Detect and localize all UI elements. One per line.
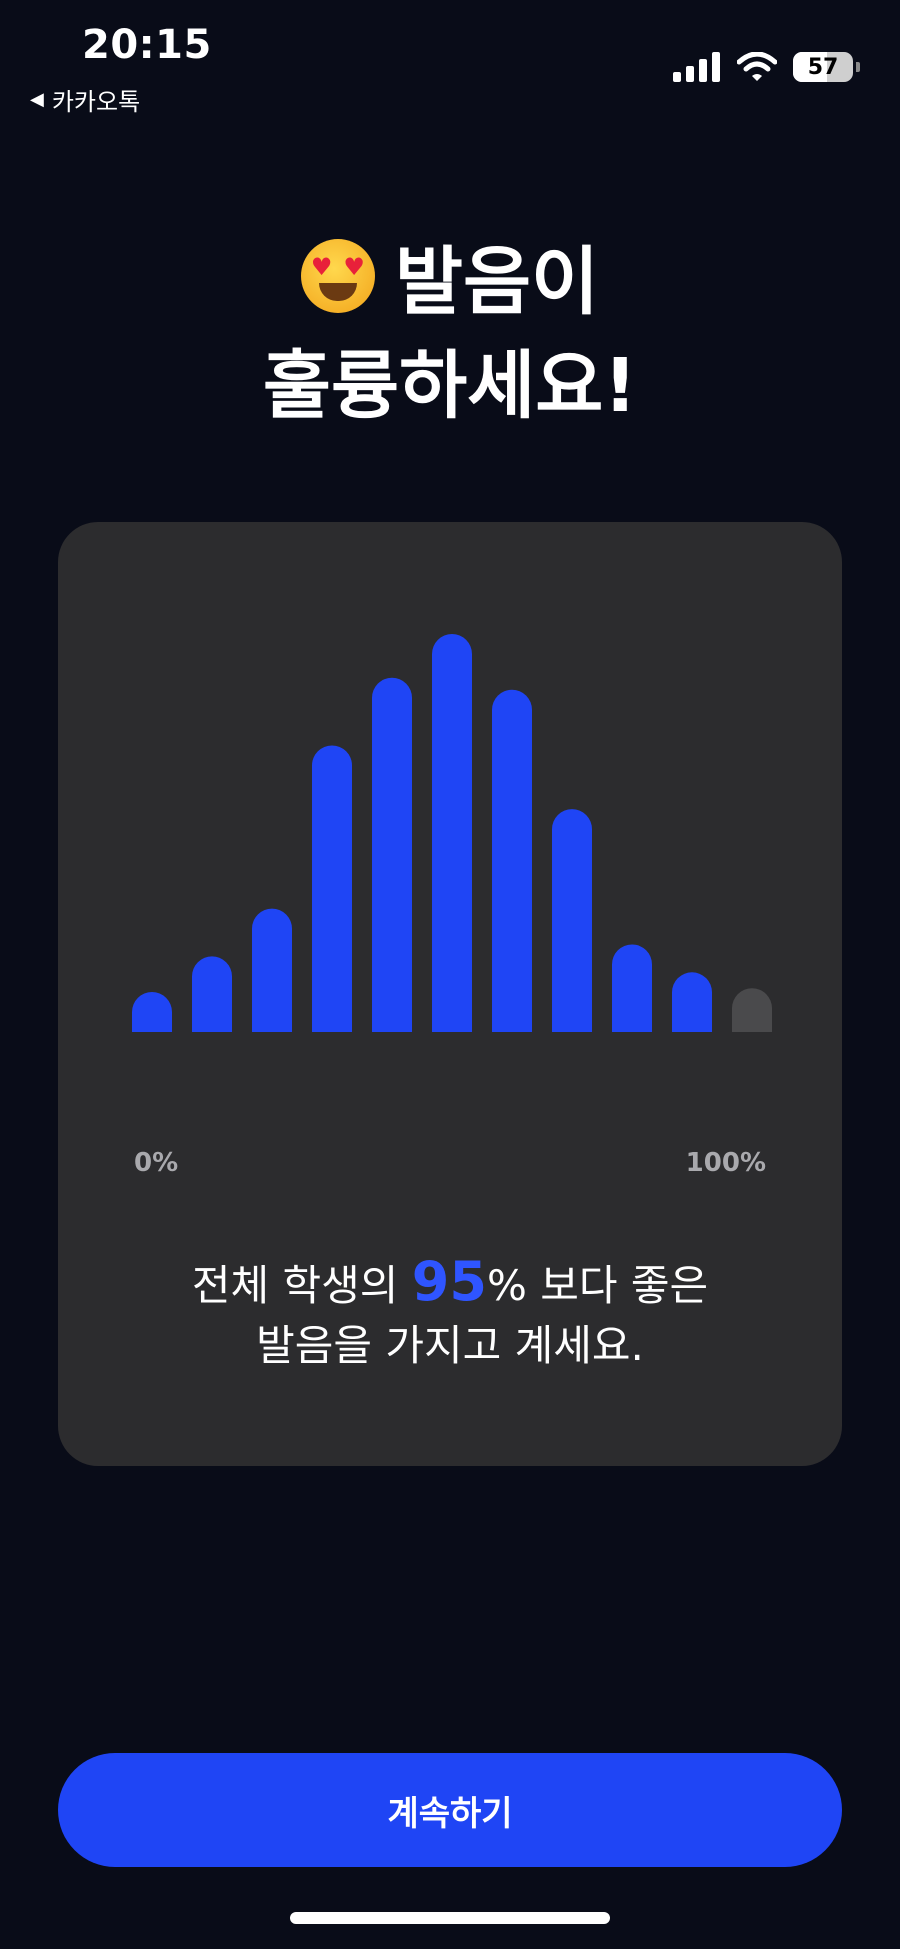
distribution-bar: [672, 972, 712, 1032]
distribution-bar: [252, 908, 292, 1032]
cellular-signal-icon: [673, 52, 720, 82]
result-title: ♥ ♥ 발음이 훌륭하세요!: [0, 230, 900, 438]
distribution-bar: [612, 944, 652, 1032]
score-distribution-chart: [132, 634, 772, 1032]
back-triangle-icon: ◀: [30, 89, 44, 110]
continue-button[interactable]: 계속하기: [58, 1753, 842, 1867]
distribution-bar: [192, 956, 232, 1032]
distribution-bar: [732, 988, 772, 1032]
status-indicators: 57: [673, 52, 860, 82]
distribution-bar: [132, 992, 172, 1032]
message-suffix: % 보다 좋은: [486, 1261, 709, 1310]
back-to-app-link[interactable]: ◀ 카카오톡: [30, 82, 140, 117]
wifi-icon: [737, 52, 777, 81]
battery-level: 57: [807, 54, 839, 80]
distribution-bar: [372, 677, 412, 1032]
battery-icon: 57: [793, 52, 853, 82]
distribution-bar: [312, 745, 352, 1032]
axis-start-label: 0%: [134, 1148, 179, 1178]
message-prefix: 전체 학생의: [191, 1261, 412, 1310]
distribution-bar: [432, 634, 472, 1032]
back-app-label: 카카오톡: [51, 88, 141, 116]
axis-end-label: 100%: [685, 1148, 766, 1178]
distribution-bar: [492, 689, 532, 1032]
result-card: 0% 100% 전체 학생의 95% 보다 좋은 발음을 가지고 계세요.: [58, 522, 842, 1466]
distribution-bar: [552, 809, 592, 1032]
heart-eyes-emoji-icon: ♥ ♥: [300, 239, 375, 313]
result-message: 전체 학생의 95% 보다 좋은 발음을 가지고 계세요.: [58, 1252, 842, 1376]
battery-tip: [856, 62, 860, 72]
title-line1: 발음이: [394, 239, 600, 325]
message-line2: 발음을 가지고 계세요.: [256, 1321, 644, 1370]
status-time: 20:15: [82, 22, 212, 68]
home-indicator[interactable]: [290, 1912, 610, 1924]
title-line2: 훌륭하세요!: [262, 343, 638, 429]
percentile-value: 95: [411, 1250, 487, 1313]
